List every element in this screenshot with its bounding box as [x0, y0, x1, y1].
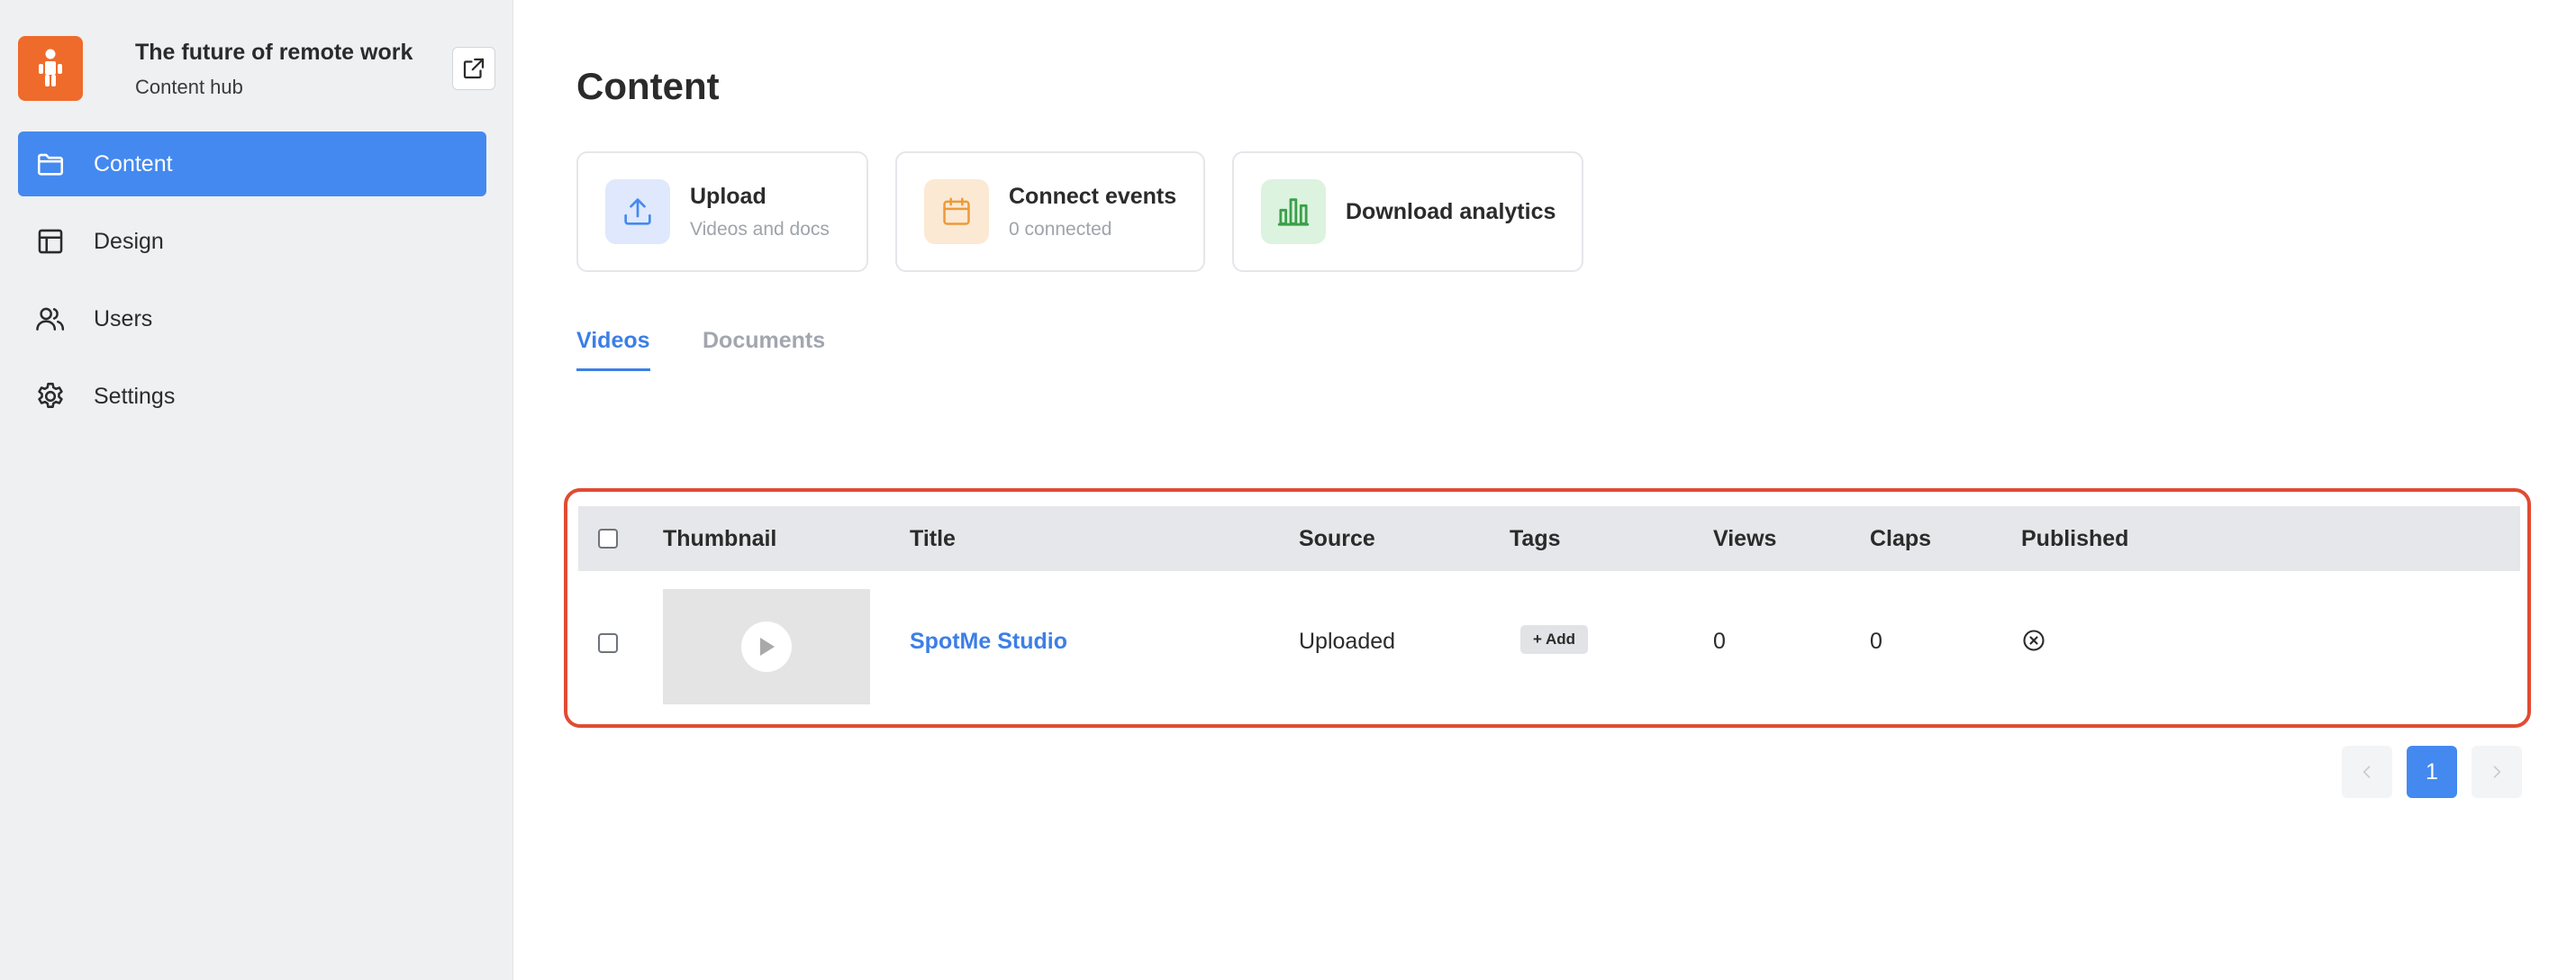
event-title: The future of remote work [135, 40, 413, 65]
sidebar: The future of remote work Content hub Co… [0, 0, 513, 980]
person-logo-icon [39, 49, 62, 86]
calendar-icon [924, 179, 989, 244]
card-subtitle: 0 connected [1009, 218, 1112, 240]
bar-chart-icon [1261, 179, 1326, 244]
open-external-button[interactable] [452, 47, 495, 90]
external-link-icon [463, 58, 485, 79]
layout-icon [34, 225, 67, 258]
sidebar-item-label: Design [94, 228, 164, 254]
video-title-link[interactable]: SpotMe Studio [910, 629, 1067, 655]
sidebar-item-content[interactable]: Content [18, 132, 486, 196]
connect-events-card[interactable]: Connect events 0 connected [895, 151, 1205, 272]
pagination: 1 [2342, 746, 2522, 798]
x-circle-icon[interactable] [2021, 628, 2046, 659]
tab-videos[interactable]: Videos [576, 328, 650, 371]
add-tag-button[interactable]: + Add [1520, 625, 1589, 654]
page-title: Content [576, 65, 720, 107]
sidebar-item-settings[interactable]: Settings [18, 364, 486, 429]
upload-icon [605, 179, 670, 244]
users-icon [34, 303, 67, 335]
select-all-checkbox[interactable] [598, 529, 618, 549]
download-analytics-card[interactable]: Download analytics [1232, 151, 1583, 272]
tab-documents[interactable]: Documents [703, 328, 825, 368]
chevron-left-icon [2363, 766, 2371, 778]
video-views: 0 [1713, 629, 1726, 654]
column-title[interactable]: Title [910, 506, 956, 571]
card-title: Download analytics [1346, 198, 1556, 224]
card-title: Upload [690, 183, 766, 209]
chevron-right-icon [2493, 766, 2501, 778]
next-page-button[interactable] [2472, 746, 2522, 798]
card-title: Connect events [1009, 183, 1177, 209]
row-checkbox[interactable] [598, 633, 618, 653]
video-thumbnail[interactable] [663, 589, 870, 704]
upload-card[interactable]: Upload Videos and docs [576, 151, 868, 272]
column-thumbnail: Thumbnail [663, 526, 777, 551]
folder-icon [34, 148, 67, 180]
sidebar-item-users[interactable]: Users [18, 286, 486, 351]
column-published[interactable]: Published [2021, 506, 2128, 571]
sidebar-item-design[interactable]: Design [18, 209, 486, 274]
column-claps[interactable]: Claps [1870, 506, 1931, 571]
sidebar-nav: Content Design Users Settings [18, 132, 486, 441]
event-logo [18, 36, 83, 101]
table-header: Thumbnail Title Source Tags Views Claps … [578, 506, 2520, 571]
sidebar-item-label: Users [94, 305, 153, 331]
page-1-button[interactable]: 1 [2407, 746, 2457, 798]
sidebar-item-label: Content [94, 150, 173, 177]
column-source[interactable]: Source [1299, 506, 1375, 571]
card-subtitle: Videos and docs [690, 218, 830, 240]
sidebar-item-label: Settings [94, 383, 176, 409]
column-tags: Tags [1510, 526, 1561, 551]
column-views[interactable]: Views [1713, 506, 1776, 571]
video-source: Uploaded [1299, 629, 1396, 654]
video-claps: 0 [1870, 629, 1882, 654]
play-icon [741, 622, 792, 672]
prev-page-button[interactable] [2342, 746, 2392, 798]
gear-icon [34, 380, 67, 413]
event-subtitle: Content hub [135, 76, 243, 98]
brand-header: The future of remote work Content hub [18, 36, 495, 101]
table-row[interactable]: SpotMe Studio Uploaded + Add 0 0 [578, 571, 2520, 715]
videos-table: Thumbnail Title Source Tags Views Claps … [578, 506, 2520, 715]
